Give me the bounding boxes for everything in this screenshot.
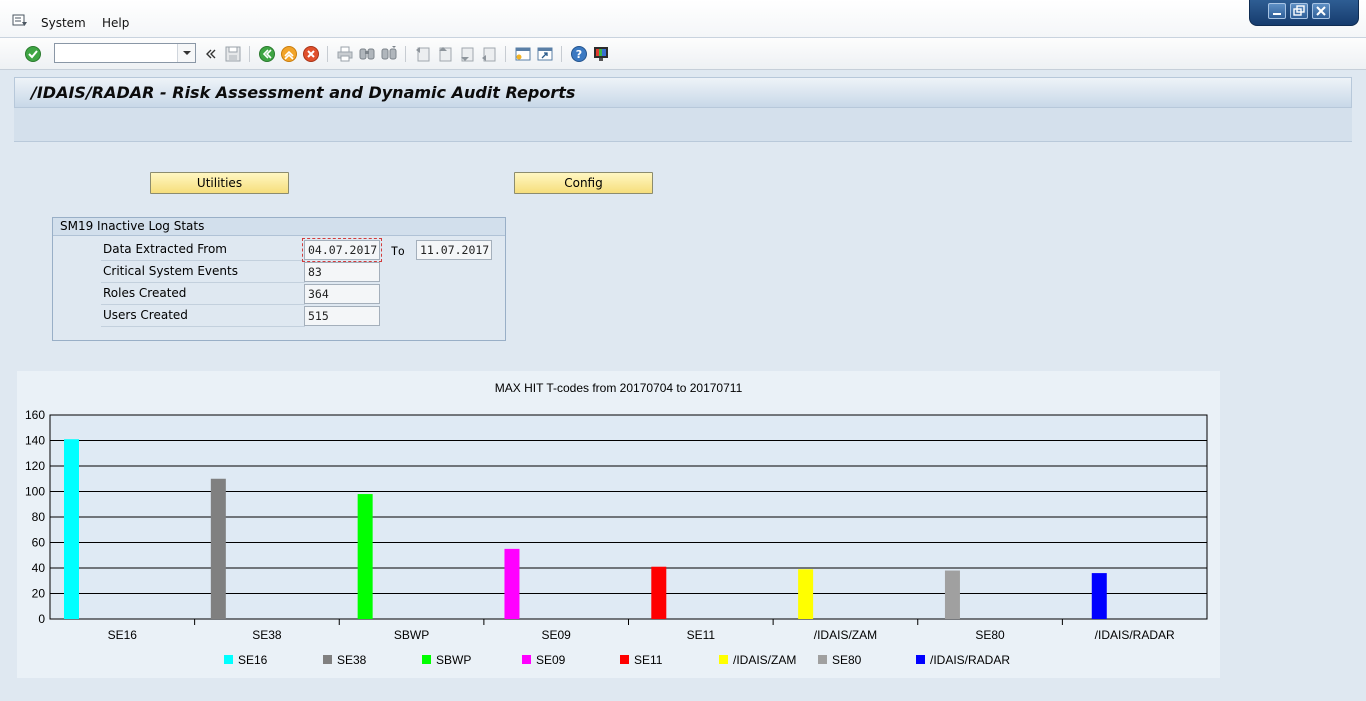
legend-swatch: [620, 655, 629, 664]
menu-icon[interactable]: [12, 14, 28, 28]
toolbar-separator: [249, 46, 250, 62]
legend-label: /IDAIS/ZAM: [733, 653, 796, 667]
roles-created-field[interactable]: 364: [304, 284, 380, 304]
x-tick-label: SE80: [975, 628, 1005, 642]
menu-system[interactable]: System: [41, 16, 86, 30]
label-data-extracted-from: Data Extracted From: [101, 239, 305, 261]
back-icon[interactable]: [258, 45, 276, 63]
x-tick-label: SE11: [687, 628, 716, 642]
bar-idaisradar: [1091, 573, 1107, 619]
y-tick-label: 80: [32, 510, 46, 524]
x-tick-label: /IDAIS/ZAM: [814, 628, 877, 642]
legend-swatch: [916, 655, 925, 664]
config-button[interactable]: Config: [514, 172, 653, 194]
print-icon[interactable]: [336, 45, 354, 63]
layout-icon[interactable]: [592, 45, 610, 63]
legend-swatch: [522, 655, 531, 664]
menu-bar: System Help: [0, 0, 1366, 38]
toolbar-separator: [405, 46, 406, 62]
first-page-icon[interactable]: [414, 45, 432, 63]
menu-help[interactable]: Help: [102, 16, 129, 30]
create-session-icon[interactable]: [514, 45, 532, 63]
users-created-field[interactable]: 515: [304, 306, 380, 326]
label-critical-system-events: Critical System Events: [101, 261, 305, 283]
label-to: To: [391, 244, 405, 258]
bar-sbwp: [357, 494, 373, 619]
bar-se16: [64, 439, 79, 619]
next-page-icon[interactable]: [458, 45, 476, 63]
x-tick-label: /IDAIS/RADAR: [1095, 628, 1175, 642]
group-title: SM19 Inactive Log Stats: [53, 218, 505, 236]
find-next-icon[interactable]: [380, 45, 398, 63]
standard-toolbar: ?: [0, 38, 1366, 70]
legend-label: SE09: [536, 653, 566, 667]
label-roles-created: Roles Created: [101, 283, 305, 305]
restore-icon: [1293, 5, 1305, 16]
y-tick-label: 140: [25, 434, 45, 448]
legend-swatch: [323, 655, 332, 664]
bar-se80: [944, 570, 960, 619]
shortcut-icon[interactable]: [536, 45, 554, 63]
legend-label: SBWP: [436, 653, 471, 667]
inactive-log-stats-group: SM19 Inactive Log Stats Data Extracted F…: [52, 217, 506, 341]
legend-swatch: [224, 655, 233, 664]
y-tick-label: 60: [32, 536, 46, 550]
toolbar-separator: [327, 46, 328, 62]
y-tick-label: 40: [32, 561, 46, 575]
bar-se38: [210, 478, 226, 619]
restore-button[interactable]: [1290, 3, 1308, 19]
minimize-button[interactable]: [1268, 3, 1286, 19]
save-icon[interactable]: [224, 45, 242, 63]
data-extracted-from-field[interactable]: 04.07.2017: [302, 238, 382, 262]
previous-page-icon[interactable]: [436, 45, 454, 63]
chevron-down-icon: [183, 51, 191, 55]
legend-swatch: [422, 655, 431, 664]
svg-text:?: ?: [576, 48, 582, 61]
close-icon: [1316, 6, 1326, 16]
data-extracted-to-field[interactable]: 11.07.2017: [416, 240, 492, 260]
enter-icon[interactable]: [24, 45, 42, 63]
exit-icon[interactable]: [280, 45, 298, 63]
chart-panel: MAX HIT T-codes from 20170704 to 2017071…: [17, 371, 1220, 678]
command-field[interactable]: [54, 43, 196, 63]
bar-idaiszam: [798, 569, 814, 619]
critical-system-events-field[interactable]: 83: [304, 262, 380, 282]
window-controls: [1249, 0, 1359, 26]
label-users-created: Users Created: [101, 305, 305, 327]
application-toolbar: [14, 108, 1352, 142]
toolbar-separator: [561, 46, 562, 62]
x-tick-label: SE16: [108, 628, 138, 642]
y-tick-label: 160: [25, 408, 45, 422]
last-page-icon[interactable]: [480, 45, 498, 63]
page-title: /IDAIS/RADAR - Risk Assessment and Dynam…: [31, 83, 576, 102]
cancel-icon[interactable]: [302, 45, 320, 63]
bar-se11: [651, 566, 667, 619]
legend-label: SE11: [634, 653, 663, 667]
close-window-button[interactable]: [1312, 3, 1330, 19]
legend-swatch: [719, 655, 728, 664]
legend-label: SE38: [337, 653, 367, 667]
legend-label: SE16: [238, 653, 268, 667]
y-tick-label: 100: [25, 485, 45, 499]
x-tick-label: SBWP: [394, 628, 429, 642]
y-tick-label: 120: [25, 459, 45, 473]
y-tick-label: 0: [38, 612, 45, 626]
y-tick-label: 20: [32, 587, 46, 601]
find-icon[interactable]: [358, 45, 376, 63]
utilities-button[interactable]: Utilities: [150, 172, 289, 194]
bar-se09: [504, 548, 520, 619]
command-field-dropdown[interactable]: [177, 44, 195, 62]
legend-label: SE80: [832, 653, 862, 667]
help-icon[interactable]: ?: [570, 45, 588, 63]
minimize-icon: [1273, 13, 1281, 15]
toolbar-separator: [505, 46, 506, 62]
legend-label: /IDAIS/RADAR: [930, 653, 1010, 667]
x-tick-label: SE09: [542, 628, 572, 642]
title-bar: /IDAIS/RADAR - Risk Assessment and Dynam…: [14, 77, 1352, 108]
x-tick-label: SE38: [252, 628, 282, 642]
bar-chart: 0 20 40 60 80 100 120 140 160 SE16 SE38 SBWP SE09 SE1…: [25, 408, 1208, 667]
collapse-icon[interactable]: [202, 45, 220, 63]
legend-swatch: [818, 655, 827, 664]
